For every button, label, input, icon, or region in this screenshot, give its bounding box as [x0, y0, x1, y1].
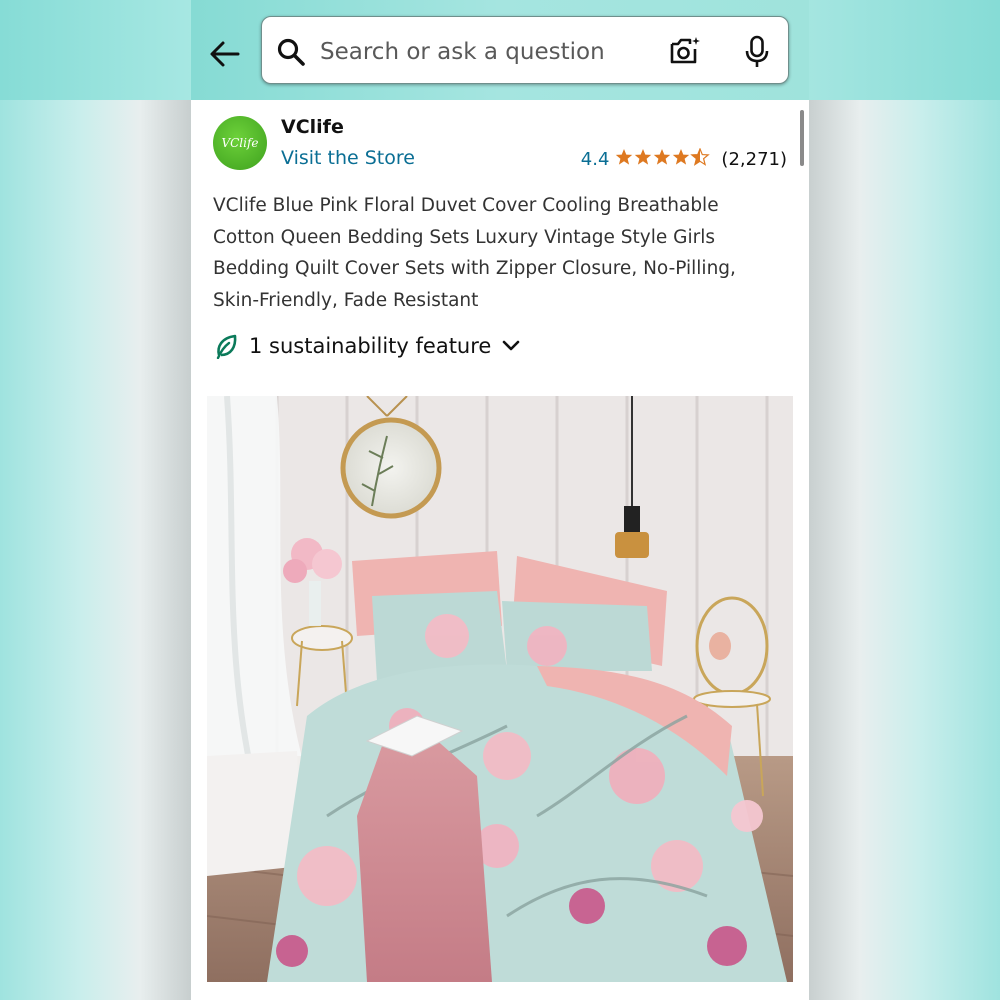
leaf-icon — [216, 334, 237, 359]
back-button[interactable] — [207, 36, 243, 72]
camera-icon[interactable] — [668, 35, 702, 67]
scrollbar[interactable] — [800, 110, 804, 166]
brand-name: VClife — [281, 116, 344, 138]
arrow-left-icon — [210, 41, 240, 67]
search-bar[interactable]: Search or ask a question — [261, 16, 789, 84]
store-logo[interactable]: VClife — [213, 116, 267, 170]
magnifier-icon — [277, 38, 305, 66]
rating-value: 4.4 — [580, 148, 610, 170]
search-placeholder[interactable]: Search or ask a question — [320, 39, 605, 65]
app-screen: Search or ask a question VClife VClife V… — [191, 0, 809, 1000]
visit-store-link[interactable]: Visit the Store — [281, 147, 415, 169]
product-image[interactable] — [207, 396, 793, 982]
rating-summary[interactable]: 4.4 (2,271) — [581, 147, 787, 171]
sustainability-label: 1 sustainability feature — [249, 334, 492, 358]
star-rating-icon — [615, 147, 711, 171]
stars-graphic — [616, 148, 710, 166]
chevron-down-icon — [503, 340, 520, 351]
store-logo-text: VClife — [221, 136, 259, 150]
sustainability-toggle[interactable]: 1 sustainability feature — [215, 333, 521, 359]
rating-count: (2,271) — [721, 148, 787, 170]
microphone-icon[interactable] — [742, 35, 772, 69]
product-title: VClife Blue Pink Floral Duvet Cover Cool… — [213, 195, 736, 311]
bedroom-photo — [207, 396, 793, 982]
